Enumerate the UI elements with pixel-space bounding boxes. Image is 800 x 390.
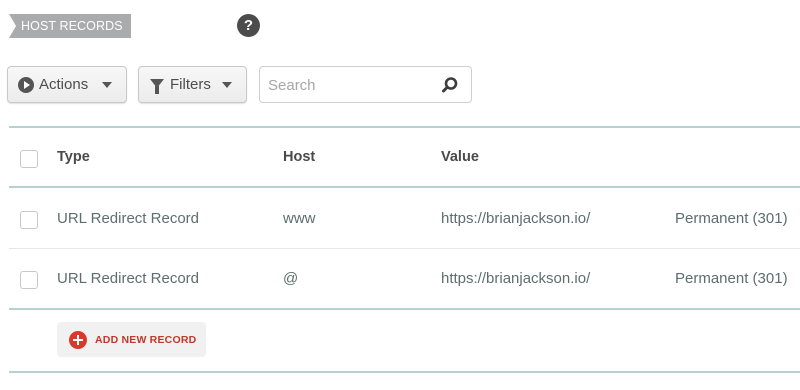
- record-value: https://brianjackson.io/: [441, 210, 591, 227]
- filter-icon: [150, 79, 164, 94]
- column-header-host[interactable]: Host: [283, 149, 315, 165]
- record-redirect-type[interactable]: Permanent (301): [675, 270, 788, 287]
- column-header-type[interactable]: Type: [57, 149, 90, 165]
- header-divider: [9, 186, 800, 188]
- actions-button[interactable]: Actions: [7, 66, 127, 103]
- row-checkbox[interactable]: [20, 271, 38, 289]
- record-host: @: [283, 270, 299, 287]
- row-divider: [9, 248, 800, 249]
- caret-down-icon: [222, 81, 232, 88]
- section-title: HOST RECORDS: [9, 14, 131, 38]
- add-new-record-label: ADD NEW RECORD: [95, 333, 197, 346]
- filters-label: Filters: [170, 76, 211, 93]
- row-checkbox[interactable]: [20, 211, 38, 229]
- search-icon[interactable]: [441, 76, 459, 94]
- help-icon[interactable]: ?: [237, 14, 260, 37]
- add-new-record-button[interactable]: ADD NEW RECORD: [57, 322, 206, 357]
- select-all-checkbox[interactable]: [20, 150, 38, 168]
- search-input[interactable]: [268, 75, 438, 95]
- filters-button[interactable]: Filters: [138, 66, 247, 103]
- caret-down-icon: [102, 81, 112, 88]
- plus-circle-icon: [69, 330, 87, 349]
- record-type: URL Redirect Record: [57, 270, 199, 287]
- table-bottom-rule: [9, 308, 800, 310]
- table-top-rule: [9, 126, 800, 128]
- record-redirect-type[interactable]: Permanent (301): [675, 210, 788, 227]
- actions-label: Actions: [39, 76, 89, 93]
- play-icon: [18, 76, 34, 93]
- record-value: https://brianjackson.io/: [441, 270, 591, 287]
- section-bottom-rule: [9, 371, 800, 373]
- record-type: URL Redirect Record: [57, 210, 199, 227]
- search-box: [259, 66, 472, 103]
- record-host: www: [283, 210, 316, 227]
- column-header-value[interactable]: Value: [441, 149, 479, 165]
